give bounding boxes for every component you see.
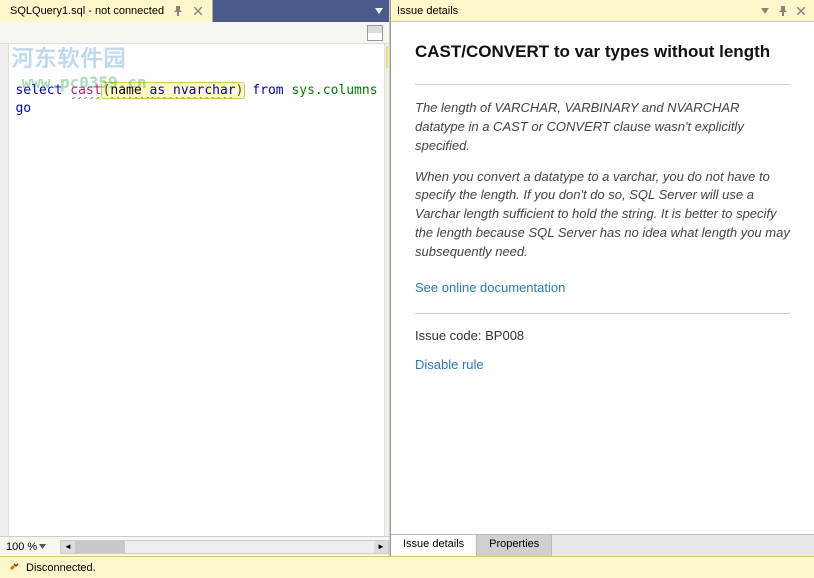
editor-pane: SQLQuery1.sql - not connected 河东软件园 www.… xyxy=(0,0,390,556)
disable-rule-link[interactable]: Disable rule xyxy=(415,357,484,372)
scroll-right-icon[interactable]: ► xyxy=(374,541,388,553)
kw-go: go xyxy=(15,101,31,116)
kw-select: select xyxy=(15,83,62,98)
tab-dropdown-icon[interactable] xyxy=(369,0,389,22)
close-icon[interactable] xyxy=(794,4,808,18)
horizontal-scrollbar[interactable]: ◄ ► xyxy=(60,540,389,554)
editor-footer: 100 % ◄ ► xyxy=(0,536,389,556)
issue-description: The length of VARCHAR, VARBINARY and NVA… xyxy=(415,99,790,262)
paren-close: ) xyxy=(236,83,244,98)
editor-toolbar xyxy=(0,22,389,44)
issue-paragraph-1: The length of VARCHAR, VARBINARY and NVA… xyxy=(415,99,790,156)
issue-paragraph-2: When you convert a datatype to a varchar… xyxy=(415,168,790,262)
panel-menu-icon[interactable] xyxy=(758,4,772,18)
editor-gutter xyxy=(0,44,9,536)
kw-cast: cast xyxy=(70,83,101,99)
divider xyxy=(415,313,790,314)
document-tab-title: SQLQuery1.sql - not connected xyxy=(10,5,164,17)
ident-syscolumns: sys.columns xyxy=(291,83,377,98)
issue-code-value: BP008 xyxy=(485,328,524,343)
code-editor[interactable]: 河东软件园 www.pc0359.cnselect cast(name as n… xyxy=(0,44,389,536)
pin-icon[interactable] xyxy=(172,5,184,17)
main-area: SQLQuery1.sql - not connected 河东软件园 www.… xyxy=(0,0,814,556)
close-icon[interactable] xyxy=(192,5,204,17)
issue-title: CAST/CONVERT to var types without length xyxy=(415,42,790,62)
watermark-text: 河东软件园 xyxy=(11,50,126,68)
tab-properties[interactable]: Properties xyxy=(477,535,552,556)
overview-ruler[interactable] xyxy=(384,44,389,536)
scroll-thumb[interactable] xyxy=(75,541,125,553)
pin-icon[interactable] xyxy=(776,4,790,18)
arg-type: nvarchar xyxy=(165,83,235,99)
kw-from: from xyxy=(252,83,283,98)
see-documentation-link[interactable]: See online documentation xyxy=(415,280,565,295)
zoom-value: 100 % xyxy=(6,541,37,553)
status-text: Disconnected. xyxy=(26,562,96,574)
divider xyxy=(415,84,790,85)
document-tab[interactable]: SQLQuery1.sql - not connected xyxy=(0,0,213,22)
kw-as: as xyxy=(150,83,166,99)
status-bar: Disconnected. xyxy=(0,556,814,578)
panel-body: CAST/CONVERT to var types without length… xyxy=(391,22,814,534)
split-window-icon[interactable] xyxy=(367,25,383,41)
tab-issue-details[interactable]: Issue details xyxy=(391,535,477,556)
panel-bottom-tabs: Issue details Properties xyxy=(391,534,814,556)
panel-header: Issue details xyxy=(391,0,814,22)
issue-code-row: Issue code: BP008 xyxy=(415,328,790,343)
code-text-area[interactable]: 河东软件园 www.pc0359.cnselect cast(name as n… xyxy=(9,44,383,536)
arg-name: name xyxy=(110,83,149,99)
disconnected-icon xyxy=(8,562,20,574)
issue-code-label: Issue code: xyxy=(415,328,482,343)
zoom-combo[interactable]: 100 % xyxy=(0,541,60,553)
document-tab-strip: SQLQuery1.sql - not connected xyxy=(0,0,389,22)
overview-ruler-mark[interactable] xyxy=(386,46,388,68)
panel-header-title: Issue details xyxy=(397,5,754,17)
issue-details-panel: Issue details CAST/CONVERT to var types … xyxy=(390,0,814,556)
scroll-left-icon[interactable]: ◄ xyxy=(61,541,75,553)
